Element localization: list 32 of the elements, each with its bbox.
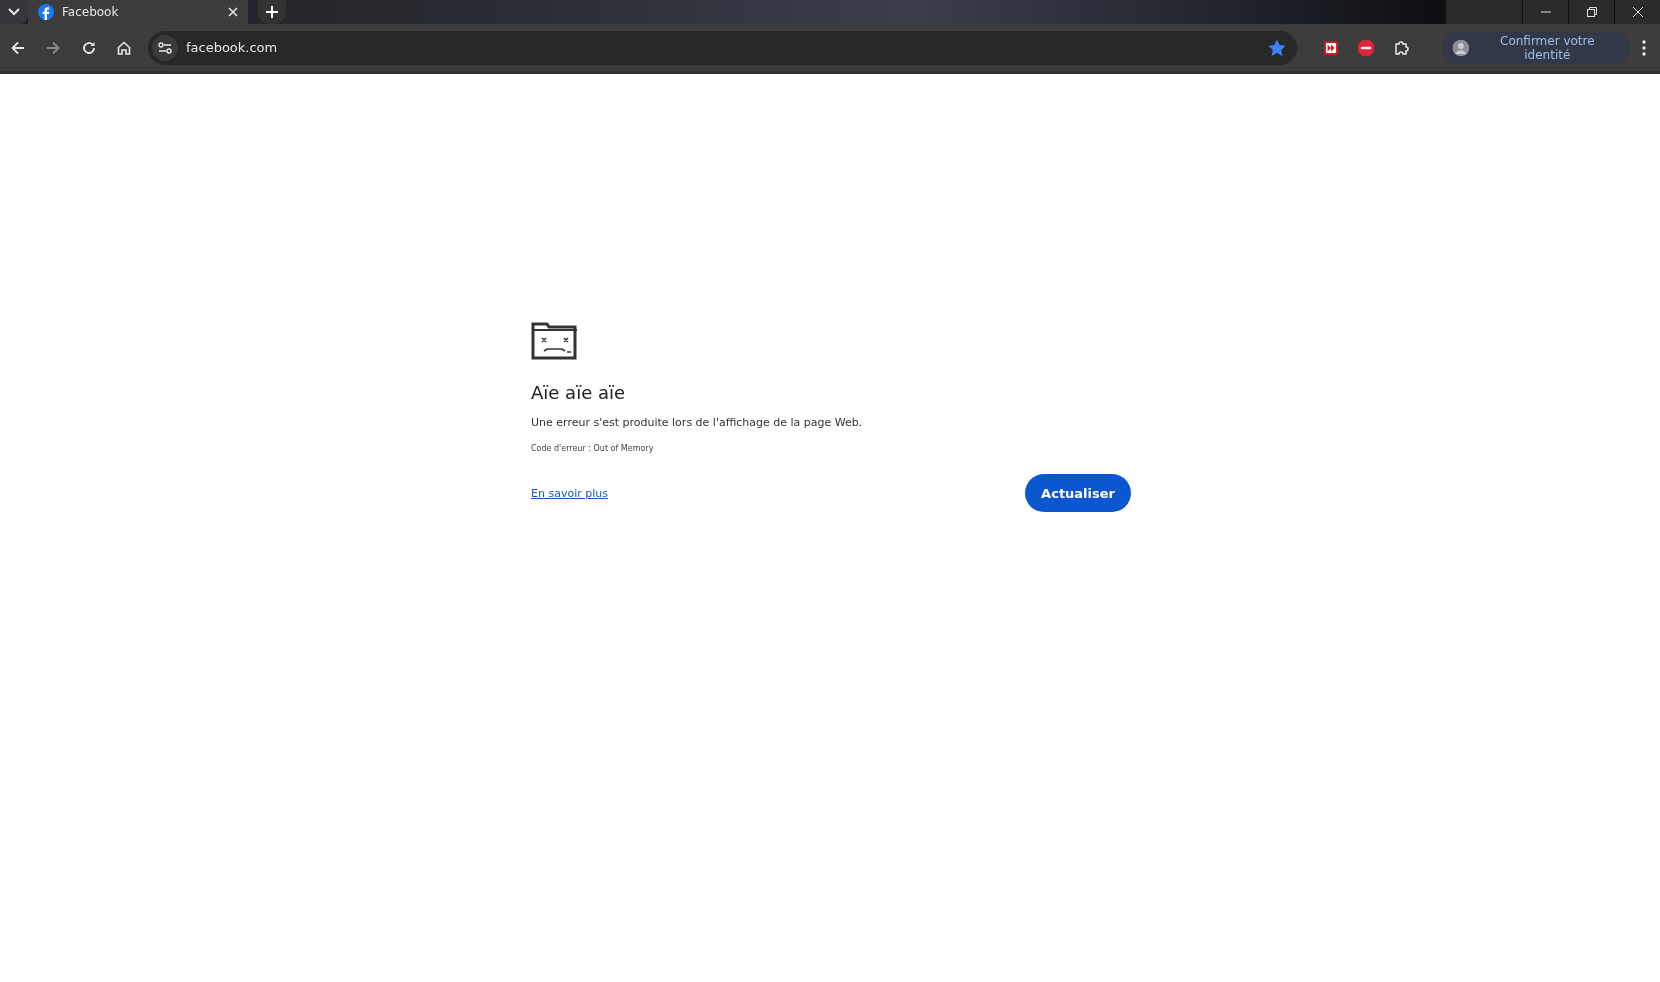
new-tab-button[interactable] xyxy=(258,0,286,24)
site-settings-button[interactable] xyxy=(151,34,178,61)
restore-icon xyxy=(1586,7,1597,17)
facebook-logo-icon xyxy=(38,4,54,20)
kebab-menu-icon xyxy=(1642,39,1647,56)
stop-sign-icon xyxy=(1357,38,1376,57)
profile-button[interactable]: Confirmer votre identité xyxy=(1441,31,1631,64)
error-message: Une erreur s'est produite lors de l'affichage de la page Web. xyxy=(531,416,864,429)
chevron-down-icon xyxy=(8,8,20,16)
sad-folder-icon xyxy=(531,320,579,360)
close-icon xyxy=(1632,7,1643,17)
fast-forward-icon xyxy=(1322,39,1339,56)
browser-tab[interactable]: Facebook xyxy=(28,0,248,24)
error-title: Aïe aïe aïe xyxy=(531,382,627,403)
url-text: facebook.com xyxy=(185,40,278,55)
back-arrow-icon xyxy=(10,40,25,55)
learn-more-link[interactable]: En savoir plus xyxy=(531,486,608,500)
tab-title: Facebook xyxy=(62,5,120,19)
sliders-icon xyxy=(157,41,172,54)
forward-arrow-icon xyxy=(46,40,61,55)
error-code: Code d'erreur : Out of Memory xyxy=(531,444,655,453)
reload-icon xyxy=(81,40,96,55)
plus-icon xyxy=(266,6,278,18)
avatar-icon xyxy=(1451,38,1470,57)
reload-page-button[interactable]: Actualiser xyxy=(1025,474,1131,512)
close-icon[interactable] xyxy=(228,7,238,17)
puzzle-piece-icon xyxy=(1393,39,1410,56)
tab-search-button[interactable] xyxy=(0,0,28,24)
home-icon xyxy=(117,40,132,55)
star-icon[interactable] xyxy=(1269,39,1286,56)
minimize-icon xyxy=(1540,11,1551,13)
address-bar[interactable]: facebook.com xyxy=(147,30,1298,65)
